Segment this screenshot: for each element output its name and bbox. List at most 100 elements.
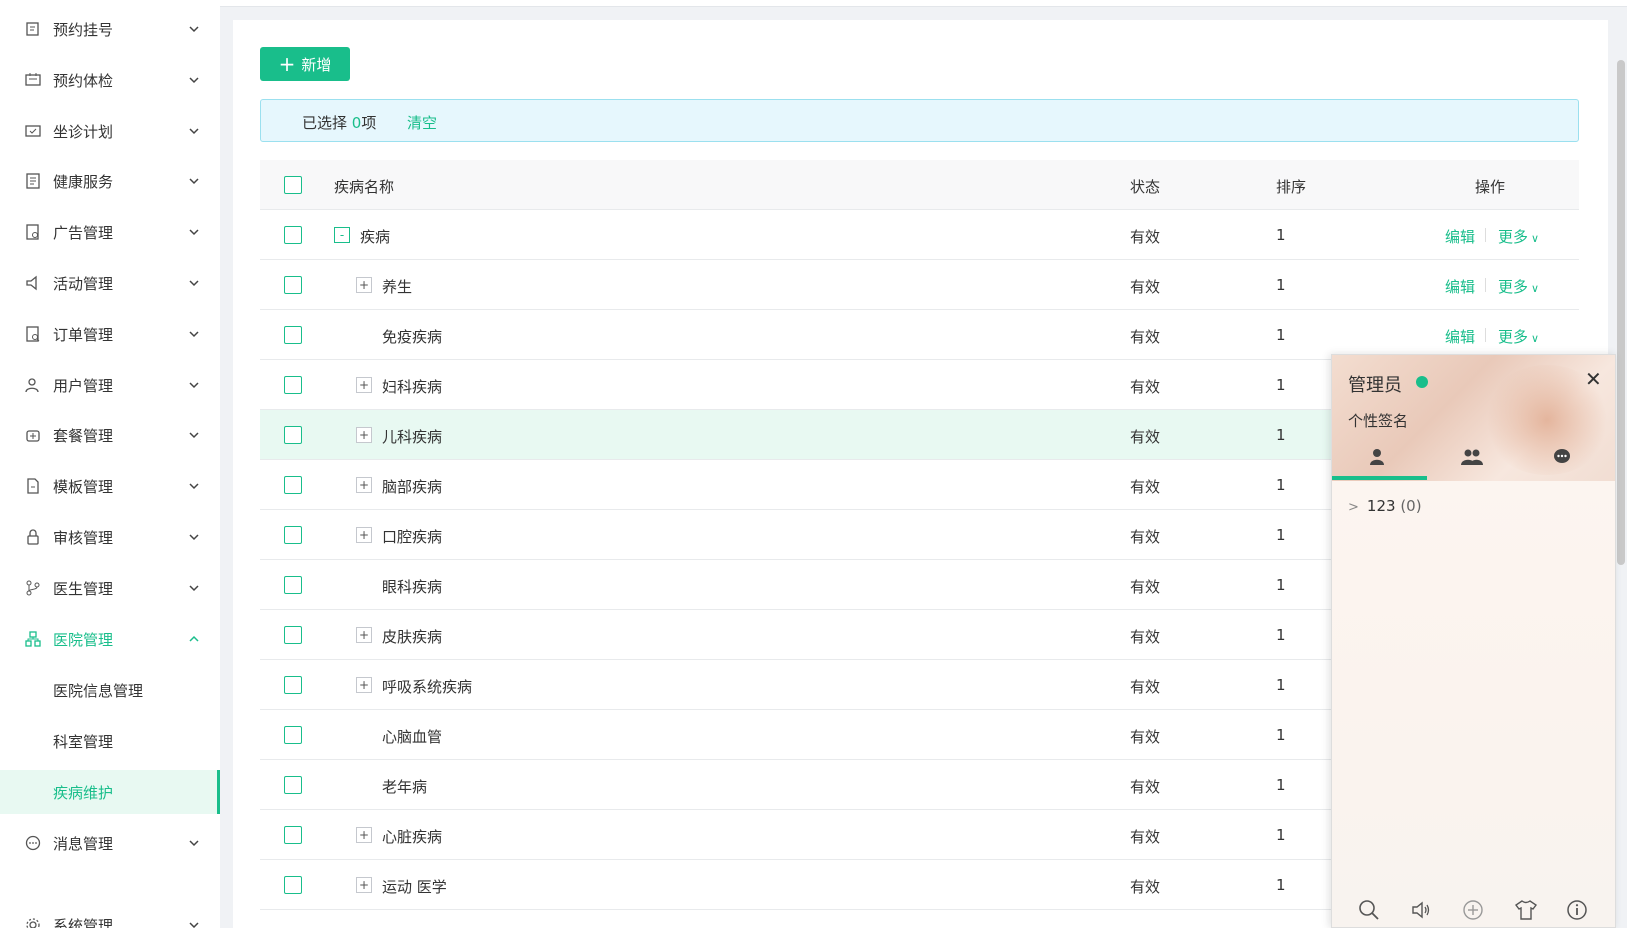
sub-item-departments[interactable]: 科室管理 bbox=[0, 719, 220, 763]
row-checkbox[interactable] bbox=[284, 776, 302, 794]
checklist-icon bbox=[25, 72, 41, 88]
more-dropdown[interactable]: 更多 ∨ bbox=[1498, 326, 1539, 347]
chat-tab-icon[interactable] bbox=[1552, 447, 1574, 467]
menu-item-doctors[interactable]: 医生管理 bbox=[0, 566, 220, 610]
row-checkbox[interactable] bbox=[284, 726, 302, 744]
sub-item-hospital-info[interactable]: 医院信息管理 bbox=[0, 668, 220, 712]
chevron-down-icon bbox=[188, 125, 200, 137]
row-checkbox[interactable] bbox=[284, 826, 302, 844]
row-checkbox[interactable] bbox=[284, 876, 302, 894]
header-status[interactable]: 状态 bbox=[1130, 176, 1160, 197]
row-checkbox[interactable] bbox=[284, 276, 302, 294]
status-cell: 有效 bbox=[1130, 728, 1161, 746]
friend-group[interactable]: >123 (0) bbox=[1348, 497, 1422, 515]
skin-icon[interactable] bbox=[1514, 899, 1538, 921]
expand-icon[interactable]: + bbox=[356, 477, 372, 493]
row-checkbox[interactable] bbox=[284, 226, 302, 244]
sort-cell: 1 bbox=[1276, 276, 1286, 294]
group-tab-icon[interactable] bbox=[1460, 447, 1483, 467]
expand-icon[interactable]: + bbox=[356, 877, 372, 893]
active-tab-indicator bbox=[1332, 476, 1427, 480]
close-icon[interactable]: ✕ bbox=[1585, 367, 1602, 391]
sound-icon[interactable] bbox=[1410, 899, 1432, 921]
menu-item-schedule[interactable]: 坐诊计划 bbox=[0, 109, 220, 153]
menu-label: 预约挂号 bbox=[53, 20, 114, 39]
collapse-icon[interactable]: - bbox=[334, 227, 350, 243]
table-row[interactable]: - 疾病 有效 1 编辑 更多 ∨ bbox=[260, 210, 1579, 260]
menu-item-health-service[interactable]: 健康服务 bbox=[0, 159, 220, 203]
info-icon[interactable] bbox=[1566, 899, 1588, 921]
table-row[interactable]: + 养生 有效 1 编辑 更多 ∨ bbox=[260, 260, 1579, 310]
chat-user-name: 管理员 bbox=[1348, 375, 1402, 396]
menu-item-system[interactable]: 系统管理 bbox=[0, 903, 220, 928]
menu-item-orders[interactable]: 订单管理 bbox=[0, 312, 220, 356]
row-checkbox[interactable] bbox=[284, 576, 302, 594]
menu-item-activity[interactable]: 活动管理 bbox=[0, 261, 220, 305]
disease-name: 口腔疾病 bbox=[382, 528, 443, 546]
more-dropdown[interactable]: 更多 ∨ bbox=[1498, 226, 1539, 247]
sort-cell: 1 bbox=[1276, 576, 1286, 594]
sort-cell: 1 bbox=[1276, 376, 1286, 394]
sort-cell: 1 bbox=[1276, 876, 1286, 894]
menu-item-review[interactable]: 审核管理 bbox=[0, 515, 220, 559]
expand-icon[interactable]: + bbox=[356, 827, 372, 843]
menu-item-ads[interactable]: 广告管理 bbox=[0, 210, 220, 254]
add-button[interactable]: + 新增 bbox=[260, 47, 350, 81]
add-icon[interactable] bbox=[1462, 899, 1484, 921]
menu-label: 审核管理 bbox=[53, 528, 114, 547]
row-checkbox[interactable] bbox=[284, 376, 302, 394]
row-checkbox[interactable] bbox=[284, 626, 302, 644]
package-icon bbox=[25, 427, 41, 443]
menu-item-users[interactable]: 用户管理 bbox=[0, 363, 220, 407]
menu-item-checkup[interactable]: 预约体检 bbox=[0, 58, 220, 102]
disease-name: 皮肤疾病 bbox=[382, 628, 443, 646]
expand-icon[interactable]: + bbox=[356, 277, 372, 293]
hospital-icon bbox=[25, 631, 41, 647]
expand-icon[interactable]: + bbox=[356, 427, 372, 443]
signature[interactable]: 个性签名 bbox=[1348, 410, 1408, 431]
select-all-checkbox[interactable] bbox=[284, 176, 302, 194]
selection-alert: 已选择 0项 清空 bbox=[260, 99, 1579, 142]
menu-label: 用户管理 bbox=[53, 376, 114, 395]
row-checkbox[interactable] bbox=[284, 676, 302, 694]
status-cell: 有效 bbox=[1130, 828, 1161, 846]
vertical-scrollbar[interactable] bbox=[1617, 60, 1625, 565]
expand-icon[interactable]: + bbox=[356, 677, 372, 693]
menu-item-appointment[interactable]: 预约挂号 bbox=[0, 7, 220, 51]
disease-name: 脑部疾病 bbox=[382, 478, 443, 496]
menu-item-messages[interactable]: 消息管理 bbox=[0, 821, 220, 865]
ad-icon bbox=[25, 224, 41, 240]
expand-icon[interactable]: + bbox=[356, 627, 372, 643]
chevron-down-icon bbox=[188, 379, 200, 391]
header-name[interactable]: 疾病名称 bbox=[334, 176, 394, 197]
row-checkbox[interactable] bbox=[284, 476, 302, 494]
clear-selection-link[interactable]: 清空 bbox=[407, 112, 437, 133]
search-icon[interactable] bbox=[1358, 899, 1380, 921]
sort-cell: 1 bbox=[1276, 426, 1286, 444]
selection-suffix: 项 bbox=[361, 114, 377, 132]
menu-item-packages[interactable]: 套餐管理 bbox=[0, 413, 220, 457]
expand-icon[interactable]: + bbox=[356, 377, 372, 393]
row-checkbox[interactable] bbox=[284, 326, 302, 344]
disease-name: 儿科疾病 bbox=[382, 428, 443, 446]
menu-label: 坐诊计划 bbox=[53, 122, 114, 141]
sort-cell: 1 bbox=[1276, 626, 1286, 644]
edit-link[interactable]: 编辑 bbox=[1445, 226, 1475, 247]
edit-link[interactable]: 编辑 bbox=[1445, 276, 1475, 297]
expand-icon[interactable]: + bbox=[356, 527, 372, 543]
more-dropdown[interactable]: 更多 ∨ bbox=[1498, 276, 1539, 297]
edit-link[interactable]: 编辑 bbox=[1445, 326, 1475, 347]
header-sort[interactable]: 排序 bbox=[1276, 176, 1306, 197]
status-cell: 有效 bbox=[1130, 628, 1161, 646]
divider bbox=[1485, 228, 1486, 242]
table-row[interactable]: 免疫疾病 有效 1 编辑 更多 ∨ bbox=[260, 310, 1579, 360]
row-checkbox[interactable] bbox=[284, 526, 302, 544]
menu-item-templates[interactable]: 模板管理 bbox=[0, 464, 220, 508]
row-checkbox[interactable] bbox=[284, 426, 302, 444]
sub-item-disease-maintenance[interactable]: 疾病维护 bbox=[0, 770, 220, 814]
friend-tab-icon[interactable] bbox=[1367, 447, 1389, 467]
calendar-icon bbox=[25, 21, 41, 37]
menu-item-hospital[interactable]: 医院管理 bbox=[0, 617, 220, 661]
status-cell: 有效 bbox=[1130, 778, 1161, 796]
disease-name: 免疫疾病 bbox=[382, 328, 443, 346]
